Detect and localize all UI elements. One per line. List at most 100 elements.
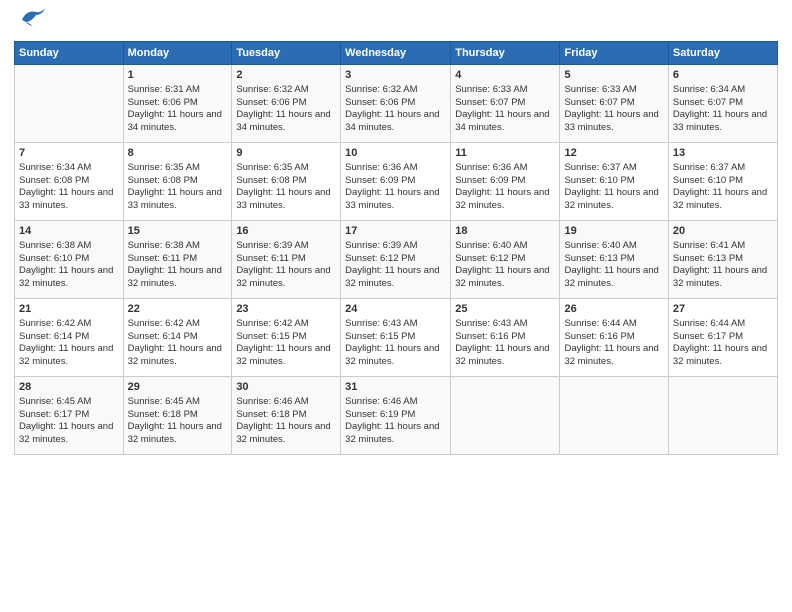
- day-cell: 9Sunrise: 6:35 AMSunset: 6:08 PMDaylight…: [232, 143, 341, 221]
- sunrise-text: Sunrise: 6:36 AM: [345, 162, 446, 175]
- day-number: 10: [345, 146, 446, 161]
- daylight-text: Daylight: 11 hours and 33 minutes.: [345, 187, 446, 213]
- header-day-thursday: Thursday: [451, 42, 560, 65]
- sunset-text: Sunset: 6:10 PM: [19, 253, 119, 266]
- daylight-text: Daylight: 11 hours and 32 minutes.: [236, 421, 336, 447]
- day-cell: 27Sunrise: 6:44 AMSunset: 6:17 PMDayligh…: [668, 299, 777, 377]
- header: [14, 10, 778, 33]
- sunset-text: Sunset: 6:14 PM: [128, 331, 228, 344]
- day-cell: 21Sunrise: 6:42 AMSunset: 6:14 PMDayligh…: [15, 299, 124, 377]
- sunrise-text: Sunrise: 6:35 AM: [128, 162, 228, 175]
- daylight-text: Daylight: 11 hours and 33 minutes.: [564, 109, 663, 135]
- day-number: 26: [564, 302, 663, 317]
- sunrise-text: Sunrise: 6:36 AM: [455, 162, 555, 175]
- day-cell: 12Sunrise: 6:37 AMSunset: 6:10 PMDayligh…: [560, 143, 668, 221]
- sunrise-text: Sunrise: 6:41 AM: [673, 240, 773, 253]
- day-cell: 5Sunrise: 6:33 AMSunset: 6:07 PMDaylight…: [560, 65, 668, 143]
- sunrise-text: Sunrise: 6:38 AM: [128, 240, 228, 253]
- day-cell: [668, 377, 777, 455]
- daylight-text: Daylight: 11 hours and 32 minutes.: [128, 421, 228, 447]
- sunrise-text: Sunrise: 6:43 AM: [455, 318, 555, 331]
- day-number: 14: [19, 224, 119, 239]
- daylight-text: Daylight: 11 hours and 34 minutes.: [128, 109, 228, 135]
- daylight-text: Daylight: 11 hours and 32 minutes.: [236, 265, 336, 291]
- sunset-text: Sunset: 6:12 PM: [455, 253, 555, 266]
- sunset-text: Sunset: 6:09 PM: [455, 175, 555, 188]
- daylight-text: Daylight: 11 hours and 33 minutes.: [673, 109, 773, 135]
- header-day-friday: Friday: [560, 42, 668, 65]
- sunset-text: Sunset: 6:07 PM: [455, 97, 555, 110]
- daylight-text: Daylight: 11 hours and 32 minutes.: [345, 421, 446, 447]
- day-cell: 24Sunrise: 6:43 AMSunset: 6:15 PMDayligh…: [341, 299, 451, 377]
- day-number: 12: [564, 146, 663, 161]
- sunset-text: Sunset: 6:15 PM: [345, 331, 446, 344]
- day-number: 9: [236, 146, 336, 161]
- day-cell: 26Sunrise: 6:44 AMSunset: 6:16 PMDayligh…: [560, 299, 668, 377]
- sunset-text: Sunset: 6:07 PM: [673, 97, 773, 110]
- sunrise-text: Sunrise: 6:33 AM: [455, 84, 555, 97]
- daylight-text: Daylight: 11 hours and 32 minutes.: [673, 265, 773, 291]
- week-row-3: 14 Sunrise: 6:38 AM Sunset: 6:10 PM Dayligh…: [15, 221, 778, 299]
- day-number: 7: [19, 146, 119, 161]
- daylight-text: Daylight: 11 hours and 32 minutes.: [128, 265, 228, 291]
- day-number: 23: [236, 302, 336, 317]
- day-cell: 10Sunrise: 6:36 AMSunset: 6:09 PMDayligh…: [341, 143, 451, 221]
- day-number: 21: [19, 302, 119, 317]
- day-cell: [451, 377, 560, 455]
- sunset-text: Sunset: 6:12 PM: [345, 253, 446, 266]
- bird-icon: [18, 6, 46, 28]
- day-cell: 6Sunrise: 6:34 AMSunset: 6:07 PMDaylight…: [668, 65, 777, 143]
- day-cell: 22Sunrise: 6:42 AMSunset: 6:14 PMDayligh…: [123, 299, 232, 377]
- day-cell: 14Sunrise: 6:38 AMSunset: 6:10 PMDayligh…: [15, 221, 124, 299]
- sunset-text: Sunset: 6:17 PM: [673, 331, 773, 344]
- day-cell: 25Sunrise: 6:43 AMSunset: 6:16 PMDayligh…: [451, 299, 560, 377]
- day-number: 13: [673, 146, 773, 161]
- daylight-text: Daylight: 11 hours and 32 minutes.: [345, 265, 446, 291]
- daylight-text: Daylight: 11 hours and 32 minutes.: [128, 343, 228, 369]
- daylight-text: Daylight: 11 hours and 33 minutes.: [236, 187, 336, 213]
- sunrise-text: Sunrise: 6:39 AM: [236, 240, 336, 253]
- daylight-text: Daylight: 11 hours and 32 minutes.: [455, 187, 555, 213]
- day-cell: 30Sunrise: 6:46 AMSunset: 6:18 PMDayligh…: [232, 377, 341, 455]
- sunset-text: Sunset: 6:06 PM: [236, 97, 336, 110]
- day-cell: 31Sunrise: 6:46 AMSunset: 6:19 PMDayligh…: [341, 377, 451, 455]
- daylight-text: Daylight: 11 hours and 32 minutes.: [345, 343, 446, 369]
- day-cell: 20Sunrise: 6:41 AMSunset: 6:13 PMDayligh…: [668, 221, 777, 299]
- sunset-text: Sunset: 6:15 PM: [236, 331, 336, 344]
- day-number: 28: [19, 380, 119, 395]
- header-day-tuesday: Tuesday: [232, 42, 341, 65]
- sunrise-text: Sunrise: 6:45 AM: [19, 396, 119, 409]
- header-day-sunday: Sunday: [15, 42, 124, 65]
- day-number: 18: [455, 224, 555, 239]
- header-day-saturday: Saturday: [668, 42, 777, 65]
- sunset-text: Sunset: 6:11 PM: [128, 253, 228, 266]
- daylight-text: Daylight: 11 hours and 34 minutes.: [345, 109, 446, 135]
- day-cell: [560, 377, 668, 455]
- day-cell: 3Sunrise: 6:32 AMSunset: 6:06 PMDaylight…: [341, 65, 451, 143]
- daylight-text: Daylight: 11 hours and 32 minutes.: [564, 265, 663, 291]
- day-cell: 29Sunrise: 6:45 AMSunset: 6:18 PMDayligh…: [123, 377, 232, 455]
- daylight-text: Daylight: 11 hours and 32 minutes.: [455, 265, 555, 291]
- sunrise-text: Sunrise: 6:45 AM: [128, 396, 228, 409]
- day-number: 16: [236, 224, 336, 239]
- sunset-text: Sunset: 6:10 PM: [673, 175, 773, 188]
- day-cell: 1Sunrise: 6:31 AMSunset: 6:06 PMDaylight…: [123, 65, 232, 143]
- day-cell: 7Sunrise: 6:34 AMSunset: 6:08 PMDaylight…: [15, 143, 124, 221]
- sunset-text: Sunset: 6:18 PM: [128, 409, 228, 422]
- sunrise-text: Sunrise: 6:42 AM: [19, 318, 119, 331]
- sunset-text: Sunset: 6:09 PM: [345, 175, 446, 188]
- header-day-wednesday: Wednesday: [341, 42, 451, 65]
- sunrise-text: Sunrise: 6:32 AM: [236, 84, 336, 97]
- sunrise-text: Sunrise: 6:34 AM: [673, 84, 773, 97]
- daylight-text: Daylight: 11 hours and 34 minutes.: [236, 109, 336, 135]
- daylight-text: Daylight: 11 hours and 32 minutes.: [455, 343, 555, 369]
- day-cell: 15Sunrise: 6:38 AMSunset: 6:11 PMDayligh…: [123, 221, 232, 299]
- day-number: 8: [128, 146, 228, 161]
- sunset-text: Sunset: 6:10 PM: [564, 175, 663, 188]
- day-number: 1: [128, 68, 228, 83]
- day-number: 27: [673, 302, 773, 317]
- sunrise-text: Sunrise: 6:31 AM: [128, 84, 228, 97]
- day-number: 19: [564, 224, 663, 239]
- sunrise-text: Sunrise: 6:33 AM: [564, 84, 663, 97]
- sunset-text: Sunset: 6:06 PM: [128, 97, 228, 110]
